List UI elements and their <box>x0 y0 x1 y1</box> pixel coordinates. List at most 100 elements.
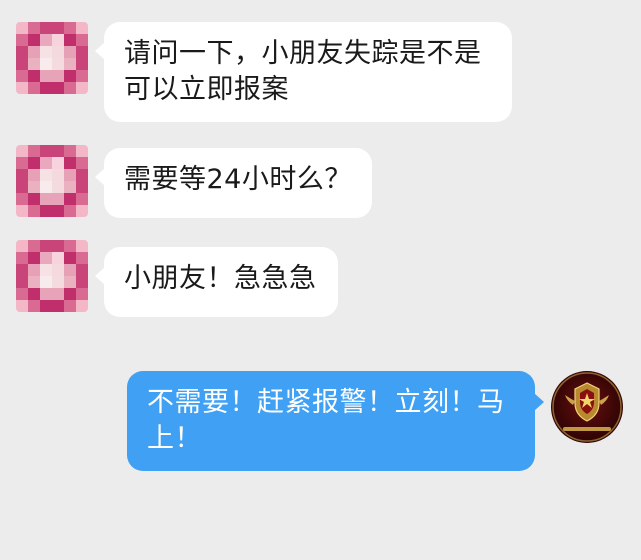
avatar-mosaic-cell <box>76 22 88 34</box>
police-badge-icon <box>552 372 622 442</box>
avatar-mosaic-cell <box>28 82 40 94</box>
avatar-mosaic-cell <box>76 300 88 312</box>
avatar-mosaic-cell <box>40 181 52 193</box>
avatar-mosaic-cell <box>28 46 40 58</box>
avatar-mosaic-cell <box>16 169 28 181</box>
message-bubble-incoming[interactable]: 需要等24小时么？ <box>95 148 372 218</box>
avatar-mosaic-cell <box>64 205 76 217</box>
avatar-mosaic-cell <box>76 240 88 252</box>
avatar-mosaic-cell <box>28 288 40 300</box>
avatar-mosaic-cell <box>16 193 28 205</box>
avatar-mosaic-cell <box>16 46 28 58</box>
avatar-mosaic-cell <box>16 205 28 217</box>
avatar-mosaic-cell <box>16 34 28 46</box>
avatar-mosaic-cell <box>76 82 88 94</box>
avatar-mosaic-cell <box>64 276 76 288</box>
avatar-mosaic-cell <box>40 70 52 82</box>
avatar-mosaic-cell <box>28 300 40 312</box>
avatar-mosaic-cell <box>16 22 28 34</box>
avatar-mosaic-cell <box>52 276 64 288</box>
avatar-mosaic-cell <box>40 205 52 217</box>
avatar-mosaic-cell <box>64 240 76 252</box>
avatar-mosaic-cell <box>16 276 28 288</box>
user-avatar[interactable] <box>16 22 88 94</box>
avatar-mosaic-cell <box>40 58 52 70</box>
avatar-mosaic-cell <box>76 46 88 58</box>
avatar-mosaic-cell <box>40 157 52 169</box>
avatar-mosaic-cell <box>28 276 40 288</box>
message-bubble-incoming[interactable]: 小朋友！急急急 <box>95 247 338 317</box>
avatar-mosaic-cell <box>52 169 64 181</box>
avatar-mosaic-cell <box>64 264 76 276</box>
avatar-mosaic-cell <box>28 252 40 264</box>
avatar-mosaic-cell <box>52 240 64 252</box>
avatar-mosaic-cell <box>76 58 88 70</box>
avatar-mosaic-cell <box>40 22 52 34</box>
message-bubble-outgoing[interactable]: 不需要！赶紧报警！立刻！马上！ <box>127 371 544 471</box>
avatar-mosaic-cell <box>52 58 64 70</box>
avatar-mosaic-cell <box>28 22 40 34</box>
avatar-mosaic-cell <box>52 22 64 34</box>
avatar-mosaic-cell <box>52 34 64 46</box>
avatar-mosaic-cell <box>76 157 88 169</box>
avatar-mosaic-cell <box>52 157 64 169</box>
avatar-mosaic-cell <box>28 264 40 276</box>
avatar-mosaic-cell <box>28 240 40 252</box>
avatar-mosaic-cell <box>28 193 40 205</box>
avatar-mosaic-cell <box>40 264 52 276</box>
avatar-mosaic-cell <box>64 82 76 94</box>
avatar-mosaic-cell <box>16 70 28 82</box>
avatar-mosaic-cell <box>52 252 64 264</box>
avatar-mosaic-cell <box>52 300 64 312</box>
avatar-mosaic-cell <box>52 145 64 157</box>
avatar-mosaic-cell <box>28 169 40 181</box>
avatar-mosaic-cell <box>28 70 40 82</box>
avatar-mosaic-cell <box>64 46 76 58</box>
avatar-mosaic-cell <box>76 288 88 300</box>
avatar-mosaic-cell <box>40 46 52 58</box>
avatar-mosaic-cell <box>16 252 28 264</box>
avatar-mosaic-cell <box>64 252 76 264</box>
avatar-mosaic-cell <box>52 46 64 58</box>
avatar-mosaic-cell <box>76 169 88 181</box>
avatar-mosaic-cell <box>76 70 88 82</box>
avatar-mosaic-cell <box>40 240 52 252</box>
avatar-mosaic-cell <box>64 145 76 157</box>
avatar-mosaic-cell <box>64 181 76 193</box>
avatar-mosaic-cell <box>52 193 64 205</box>
avatar-mosaic-cell <box>64 34 76 46</box>
avatar-mosaic-cell <box>52 264 64 276</box>
avatar-mosaic-cell <box>40 82 52 94</box>
avatar-mosaic-cell <box>40 288 52 300</box>
avatar-mosaic-cell <box>64 58 76 70</box>
avatar-mosaic-cell <box>76 252 88 264</box>
avatar-mosaic-cell <box>40 34 52 46</box>
avatar-mosaic-cell <box>64 288 76 300</box>
avatar-mosaic-cell <box>28 58 40 70</box>
user-avatar[interactable] <box>16 240 88 312</box>
avatar-mosaic-cell <box>76 205 88 217</box>
avatar-mosaic-cell <box>28 157 40 169</box>
message-bubble-incoming[interactable]: 请问一下，小朋友失踪是不是可以立即报案 <box>95 22 512 122</box>
avatar-mosaic-cell <box>52 70 64 82</box>
police-badge-avatar[interactable] <box>551 371 623 443</box>
avatar-mosaic-cell <box>40 252 52 264</box>
avatar-mosaic-cell <box>76 193 88 205</box>
avatar-mosaic-cell <box>40 300 52 312</box>
avatar-mosaic-cell <box>52 288 64 300</box>
avatar-mosaic-cell <box>40 145 52 157</box>
avatar-mosaic-cell <box>76 264 88 276</box>
avatar-mosaic-cell <box>52 181 64 193</box>
avatar-mosaic-cell <box>76 34 88 46</box>
avatar-mosaic-cell <box>28 181 40 193</box>
avatar-mosaic-cell <box>16 157 28 169</box>
avatar-mosaic-cell <box>28 34 40 46</box>
avatar-mosaic-cell <box>16 240 28 252</box>
avatar-mosaic-cell <box>16 82 28 94</box>
avatar-mosaic-cell <box>40 276 52 288</box>
avatar-mosaic-cell <box>40 169 52 181</box>
avatar-mosaic-cell <box>64 70 76 82</box>
avatar-mosaic-cell <box>64 22 76 34</box>
user-avatar[interactable] <box>16 145 88 217</box>
avatar-mosaic-cell <box>28 145 40 157</box>
